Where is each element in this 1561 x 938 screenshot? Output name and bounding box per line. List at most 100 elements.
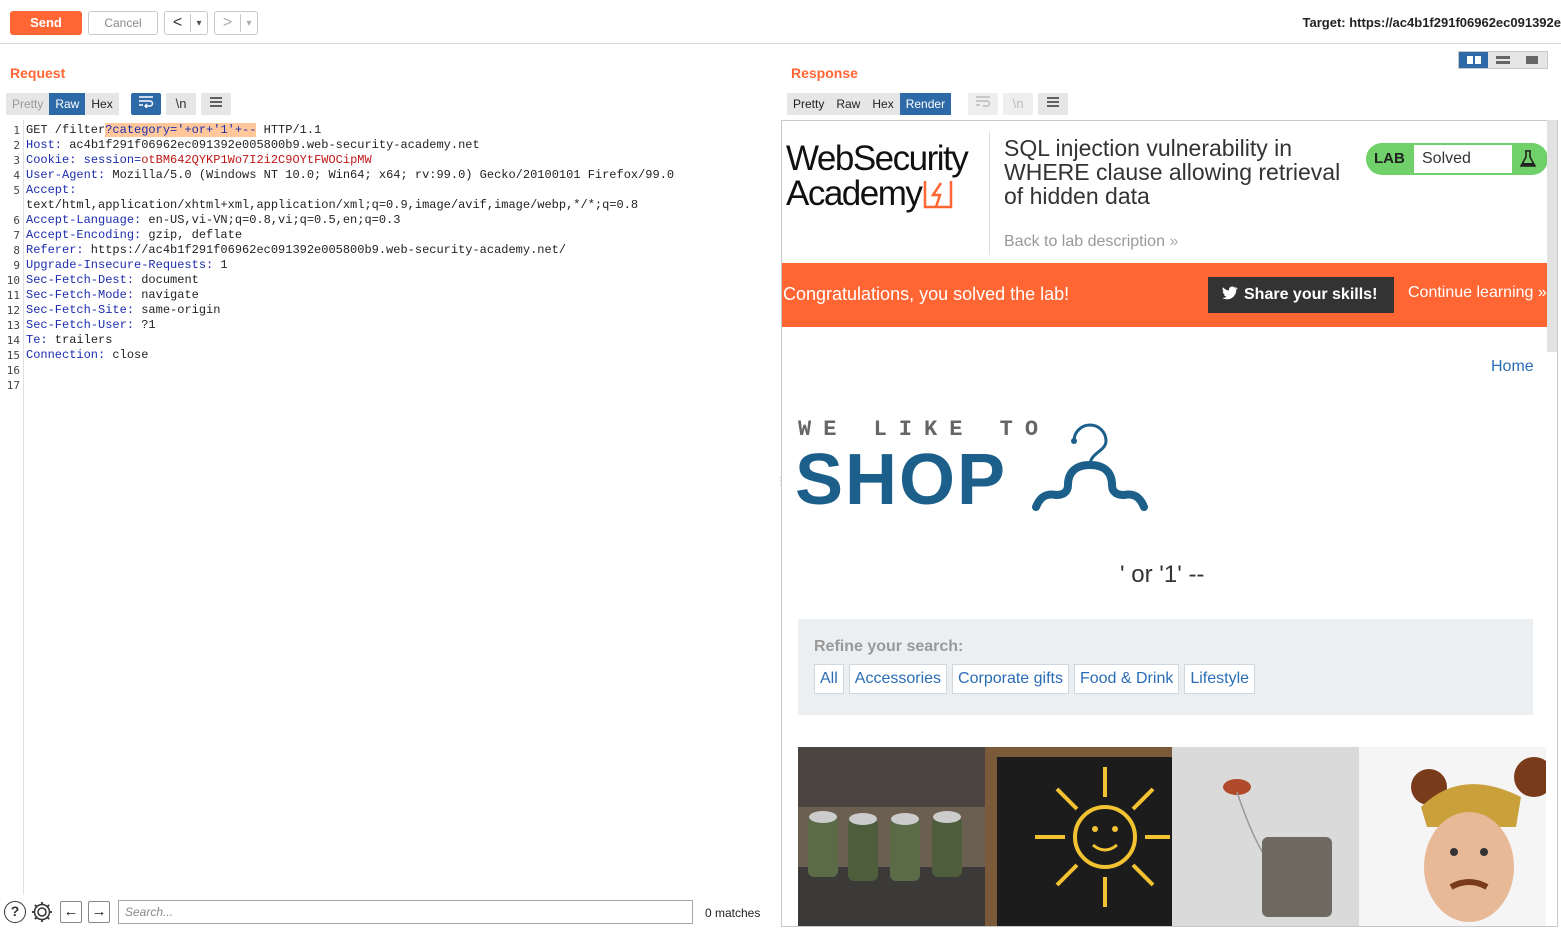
product-image-poo-head-hat[interactable] [1359,747,1546,926]
lab-status: Solved [1414,145,1512,173]
continue-learning-link[interactable]: Continue learning » [1408,284,1547,302]
line-number: 6 [13,214,20,227]
header-line[interactable]: Sec-Fetch-User: ?1 [26,318,156,333]
category-corporate-gifts[interactable]: Corporate gifts [952,664,1069,694]
tab-hex[interactable]: Hex [866,93,900,115]
shop-logo-text: SHOP [795,440,1008,520]
help-icon[interactable]: ? [4,901,26,923]
history-forward-button[interactable]: > ▾ [214,11,258,35]
line-number: 1 [13,124,20,137]
lab-label: LAB [1374,150,1405,167]
logo-text: Academy [786,174,923,213]
next-match-icon[interactable]: → [88,901,110,923]
header-line[interactable]: Referer: https://ac4b1f291f06962ec091392… [26,243,566,258]
header-line[interactable]: Sec-Fetch-Mode: navigate [26,288,199,303]
layout-side-by-side-icon[interactable] [1459,52,1489,68]
target-label[interactable]: Target: https://ac4b1f291f06962ec091392e [1303,15,1561,30]
header-line[interactable]: Accept-Language: en-US,vi-VN;q=0.8,vi;q=… [26,213,400,228]
layout-stacked-icon[interactable] [1488,52,1518,68]
header-value: navigate [134,288,199,302]
header-value: gzip, deflate [141,228,243,242]
pane-divider-handle[interactable]: ⋮ [776,477,786,494]
tab-pretty[interactable]: Pretty [787,93,831,115]
request-editor[interactable]: 1 2 3 4 5 6 7 8 9 10 11 12 13 14 15 16 1… [0,120,775,895]
tab-hex[interactable]: Hex [85,93,119,115]
category-filters: All Accessories Corporate gifts Food & D… [814,664,1256,694]
header-value: trailers [47,333,113,347]
category-lifestyle[interactable]: Lifestyle [1184,664,1256,694]
wrap-lines-icon[interactable] [131,93,161,115]
gear-icon[interactable] [30,900,54,924]
header-line[interactable]: Host: ac4b1f291f06962ec091392e005800b9.w… [26,138,480,153]
cancel-button[interactable]: Cancel [88,11,158,35]
web-security-academy-logo[interactable]: WebSecurity Academy [786,139,969,213]
category-food-drink[interactable]: Food & Drink [1073,664,1180,694]
chevron-down-icon[interactable]: ▾ [191,18,207,29]
rendered-response[interactable]: WebSecurity Academy SQL injection vulner… [781,120,1558,927]
header-divider [989,131,990,255]
back-to-lab-link[interactable]: Back to lab description » [1004,233,1178,251]
header-line[interactable]: Sec-Fetch-Site: same-origin [26,303,220,318]
back-arrow-icon: < [165,14,191,32]
tab-raw[interactable]: Raw [830,93,867,115]
congrats-text: Congratulations, you solved the lab! [783,284,1070,304]
header-key: Host: [26,138,63,152]
layout-tabbed-icon[interactable] [1517,52,1547,68]
history-back-button[interactable]: < ▾ [164,11,208,35]
request-line[interactable]: GET /filter?category='+or+'1'+-- HTTP/1.… [26,123,321,138]
lab-status-badge: LAB Solved [1366,143,1548,175]
line-number: 3 [13,154,20,167]
line-number: 16 [6,364,20,377]
menu-icon[interactable] [201,93,231,115]
product-image-beer-belt[interactable] [798,747,985,926]
header-key: Connection: [26,348,106,362]
flask-icon [1519,150,1537,167]
search-input[interactable]: Search... [118,900,693,924]
header-line[interactable]: Cookie: session=otBM642QYKP1Wo7I2i2C9OYt… [26,153,372,168]
header-key: Sec-Fetch-User: [26,318,135,332]
line-number: 2 [13,139,20,152]
cookie-value: otBM642QYKP1Wo7I2i2C9OYtFWOCipMW [141,153,372,167]
header-line[interactable]: Upgrade-Insecure-Requests: 1 [26,258,228,273]
header-line[interactable]: Sec-Fetch-Dest: document [26,273,199,288]
wrap-lines-icon [968,93,998,115]
header-key: Cookie: [26,153,77,167]
tab-raw[interactable]: Raw [49,93,86,115]
share-label: Share your skills! [1244,286,1378,303]
response-scrollbar[interactable] [1547,120,1557,352]
pane-edge-handle[interactable]: ⋮ [1557,477,1561,494]
product-image-tea-bag[interactable] [1172,747,1359,926]
share-skills-button[interactable]: Share your skills! [1208,277,1394,313]
menu-icon[interactable] [1038,93,1068,115]
header-line[interactable]: Connection: close [26,348,148,363]
header-line[interactable]: Accept-Encoding: gzip, deflate [26,228,242,243]
header-line[interactable]: Te: trailers [26,333,112,348]
product-grid [798,747,1546,926]
header-line[interactable]: User-Agent: Mozilla/5.0 (Windows NT 10.0… [26,168,674,183]
header-key: Referer: [26,243,84,257]
category-all[interactable]: All [814,664,844,694]
lightning-icon [924,180,953,208]
header-key: Sec-Fetch-Mode: [26,288,135,302]
send-button[interactable]: Send [10,11,82,35]
header-value: close [105,348,149,362]
highlighted-payload[interactable]: ?category='+or+'1'+-- [105,123,257,137]
line-number: 9 [13,259,20,272]
header-value: document [134,273,199,287]
top-toolbar: Send Cancel < ▾ > ▾ Target: https://ac4b… [0,0,1561,44]
home-link[interactable]: Home [1491,358,1534,376]
tab-render[interactable]: Render [899,93,952,115]
request-tabs: Pretty Raw Hex [6,93,119,115]
chevron-down-icon[interactable]: ▾ [241,18,257,29]
line-number: 7 [13,229,20,242]
category-accessories[interactable]: Accessories [848,664,948,694]
tab-pretty[interactable]: Pretty [6,93,50,115]
logo-text: WebSecurity [786,139,969,178]
previous-match-icon[interactable]: ← [60,901,82,923]
header-line[interactable]: text/html,application/xhtml+xml,applicat… [26,198,638,213]
header-line[interactable]: Accept: [26,183,76,198]
match-count: 0 matches [705,906,761,920]
show-newlines-toggle[interactable]: \n [166,93,196,115]
code-text: GET /filter [26,123,106,137]
product-image-sun-board[interactable] [985,747,1172,926]
